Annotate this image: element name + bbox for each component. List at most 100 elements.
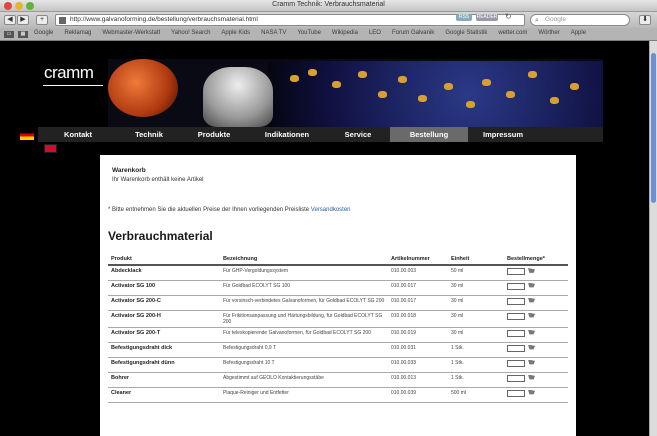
product-description: Befestigungsdraht 10 T xyxy=(220,357,388,373)
product-description: Für vorsinsch-verbindetes Galvanoformen,… xyxy=(220,295,388,311)
quantity-input[interactable] xyxy=(507,359,525,367)
bookmark-item[interactable]: Google Statistik xyxy=(445,30,487,36)
article-number: 010.00.019 xyxy=(388,327,448,343)
order-quantity-cell xyxy=(504,372,568,388)
quantity-input[interactable] xyxy=(507,282,525,290)
nav-kontakt[interactable]: Kontakt xyxy=(38,127,118,142)
search-placeholder: Google xyxy=(545,16,566,23)
back-button[interactable]: ◀ xyxy=(4,15,16,25)
product-name: Befestigungsdraht dünn xyxy=(108,357,220,373)
unit: 1 Stk. xyxy=(448,342,504,358)
product-description: Für Goldbad ECOLYT SG 100 xyxy=(220,280,388,296)
bookmark-item[interactable]: NASA TV xyxy=(261,30,286,36)
address-bar[interactable]: http://www.galvanoforming.de/bestellung/… xyxy=(55,14,525,26)
top-sites-icon[interactable]: ▦ xyxy=(18,31,28,38)
forward-button[interactable]: ▶ xyxy=(17,15,29,25)
bookmark-item[interactable]: Wörther xyxy=(538,30,559,36)
add-to-cart-icon[interactable] xyxy=(528,389,535,395)
table-row: Activator SG 200-C Für vorsinsch-verbinde… xyxy=(108,295,568,311)
price-note: * Bitte entnehmen Sie die aktuellen Prei… xyxy=(108,207,351,213)
bookmark-item[interactable]: wetter.com xyxy=(498,30,527,36)
unit: 30 ml xyxy=(448,295,504,311)
bookmark-item[interactable]: Apple Kids xyxy=(221,30,250,36)
product-name: Activator SG 200-H xyxy=(108,310,220,328)
bookmark-item[interactable]: Google xyxy=(34,30,53,36)
cart-title: Warenkorb xyxy=(112,167,146,174)
table-row: Activator SG 200-T Für teleskopierende Ga… xyxy=(108,327,568,343)
table-row: Abdecklack Für GHP-Vergoldungssystem 010.0… xyxy=(108,265,568,281)
article-number: 010.00.003 xyxy=(388,265,448,281)
quantity-input[interactable] xyxy=(507,344,525,352)
downloads-button[interactable]: ⬇ xyxy=(639,15,651,25)
bookmark-item[interactable]: Apple xyxy=(571,30,586,36)
article-number: 010.00.039 xyxy=(388,387,448,403)
scroll-thumb[interactable] xyxy=(651,53,656,203)
table-row: Cleaner Plaque-Reiniger und Entfetter 010.… xyxy=(108,387,568,403)
quantity-input[interactable] xyxy=(507,312,525,320)
unit: 500 ml xyxy=(448,387,504,403)
nav-service[interactable]: Service xyxy=(326,127,390,142)
unit: 30 ml xyxy=(448,280,504,296)
nav-produkte[interactable]: Produkte xyxy=(180,127,248,142)
window-title: Cramm Technik: Verbrauchsmaterial xyxy=(272,1,385,8)
bookmark-item[interactable]: Forum Galvanik xyxy=(392,30,434,36)
german-flag-icon[interactable] xyxy=(20,130,34,140)
rss-button[interactable]: RSS xyxy=(456,14,472,21)
unit: 50 ml xyxy=(448,265,504,281)
bookmark-item[interactable]: Wikipedia xyxy=(332,30,358,36)
url-text: http://www.galvanoforming.de/bestellung/… xyxy=(70,16,258,23)
bookmark-item[interactable]: YouTube xyxy=(297,30,321,36)
cart-empty-text: Ihr Warenkorb enthält keine Artikel xyxy=(112,177,204,183)
product-rows: Abdecklack Für GHP-Vergoldungssystem 010.0… xyxy=(108,265,568,403)
add-to-cart-icon[interactable] xyxy=(528,374,535,380)
bookmark-item[interactable]: Yahoo! Search xyxy=(171,30,210,36)
table-row: Activator SG 100 Für Goldbad ECOLYT SG 10… xyxy=(108,280,568,296)
bookmark-item[interactable]: Reklamag xyxy=(64,30,91,36)
page-heading: Verbrauchmaterial xyxy=(108,229,213,243)
shipping-costs-link[interactable]: Versandkosten xyxy=(311,207,351,213)
product-table: Produkt Bezeichnung Artikelnummer Einhei… xyxy=(108,253,568,403)
browser-window: Cramm Technik: Verbrauchsmaterial ◀ ▶ + … xyxy=(0,0,657,436)
product-description: Plaque-Reiniger und Entfetter xyxy=(220,387,388,403)
bookmarks-bar: ▭ ▦ Google Reklamag Webmaster-Werkstatt Yah… xyxy=(0,28,657,41)
quantity-input[interactable] xyxy=(507,329,525,337)
add-to-cart-icon[interactable] xyxy=(528,359,535,365)
reader-button[interactable]: READER xyxy=(476,14,498,21)
unit: 30 ml xyxy=(448,327,504,343)
quantity-input[interactable] xyxy=(507,374,525,382)
nav-bestellung[interactable]: Bestellung xyxy=(390,127,468,142)
order-quantity-cell xyxy=(504,310,568,328)
search-icon: ⌕ xyxy=(535,17,539,24)
col-artikelnummer: Artikelnummer xyxy=(388,253,448,266)
unit: 30 ml xyxy=(448,310,504,328)
product-description: Für teleskopierende Galvanoformen, für G… xyxy=(220,327,388,343)
add-bookmark-button[interactable]: + xyxy=(36,15,48,25)
bookmark-item[interactable]: Webmaster-Werkstatt xyxy=(102,30,160,36)
col-einheit: Einheit xyxy=(448,253,504,266)
unit: 1 Stk. xyxy=(448,372,504,388)
product-description: Abgestimmt auf GEOLO Kontaktierungsstäbe xyxy=(220,372,388,388)
nav-technik[interactable]: Technik xyxy=(118,127,180,142)
add-to-cart-icon[interactable] xyxy=(528,312,535,318)
search-field[interactable]: ⌕ Google xyxy=(530,14,630,26)
table-row: Befestigungsdraht dick Befestigungsdraht … xyxy=(108,342,568,358)
reload-icon[interactable]: ↻ xyxy=(505,12,512,21)
vertical-scrollbar[interactable] xyxy=(649,41,657,436)
quantity-input[interactable] xyxy=(507,389,525,397)
add-to-cart-icon[interactable] xyxy=(528,268,535,273)
bookmark-item[interactable]: LEO xyxy=(369,30,381,36)
quantity-input[interactable] xyxy=(507,268,525,275)
reading-list-icon[interactable]: ▭ xyxy=(4,31,14,38)
english-flag-icon[interactable] xyxy=(44,144,57,153)
add-to-cart-icon[interactable] xyxy=(528,329,535,335)
nav-indikationen[interactable]: Indikationen xyxy=(248,127,326,142)
header-banner: cramm xyxy=(38,59,603,127)
add-to-cart-icon[interactable] xyxy=(528,297,535,303)
product-description: Für GHP-Vergoldungssystem xyxy=(220,265,388,281)
cramm-logo[interactable]: cramm xyxy=(38,59,108,127)
add-to-cart-icon[interactable] xyxy=(528,344,535,350)
nav-impressum[interactable]: Impressum xyxy=(468,127,538,142)
quantity-input[interactable] xyxy=(507,297,525,305)
favicon-icon xyxy=(59,17,66,24)
add-to-cart-icon[interactable] xyxy=(528,282,535,288)
